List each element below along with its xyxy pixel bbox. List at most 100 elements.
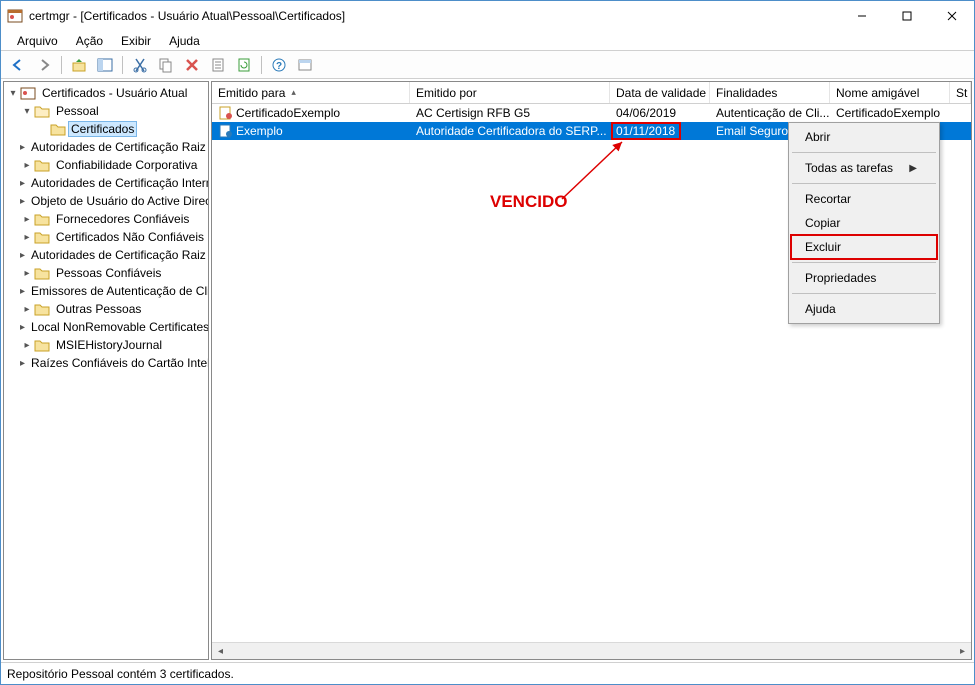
- forward-button[interactable]: [33, 54, 55, 76]
- tree-item[interactable]: ▸Autoridades de Certificação Intermediár…: [4, 174, 208, 192]
- scroll-right-icon[interactable]: ▸: [954, 643, 971, 659]
- tree-item[interactable]: ▸Local NonRemovable Certificates: [4, 318, 208, 336]
- menu-arquivo[interactable]: Arquivo: [9, 32, 66, 50]
- tree-item-label: Local NonRemovable Certificates: [27, 319, 208, 335]
- help-button[interactable]: ?: [268, 54, 290, 76]
- cell-emitido-para: Exemplo: [236, 124, 283, 138]
- list-body[interactable]: CertificadoExemplo AC Certisign RFB G5 0…: [212, 104, 971, 642]
- tree-item[interactable]: ▸Objeto de Usuário do Active Directory: [4, 192, 208, 210]
- content-area: ▾ Certificados - Usuário Atual ▾ Pessoal…: [1, 79, 974, 662]
- copy-button[interactable]: [155, 54, 177, 76]
- cell-nome: CertificadoExemplo: [830, 105, 950, 121]
- tree-item-label: Certificados - Usuário Atual: [38, 85, 191, 101]
- tree-item-label: Autoridades de Certificação Intermediári…: [27, 175, 208, 191]
- tree-item-label: Certificados Não Confiáveis: [52, 229, 208, 245]
- app-icon: [7, 8, 23, 24]
- scroll-track[interactable]: [229, 643, 954, 659]
- expander-icon[interactable]: ▸: [20, 232, 34, 243]
- expander-icon[interactable]: ▸: [20, 268, 34, 279]
- folder-icon: [34, 157, 50, 173]
- window-controls: [839, 1, 974, 31]
- tree[interactable]: ▾ Certificados - Usuário Atual ▾ Pessoal…: [4, 82, 208, 374]
- cell-emitido-para: CertificadoExemplo: [236, 106, 340, 120]
- tree-item[interactable]: ▸ Outras Pessoas: [4, 300, 208, 318]
- cm-recortar[interactable]: Recortar: [791, 187, 937, 211]
- col-nome[interactable]: Nome amigável: [830, 82, 950, 103]
- expander-icon[interactable]: ▸: [20, 214, 34, 225]
- cm-abrir[interactable]: Abrir: [791, 125, 937, 149]
- cm-excluir[interactable]: Excluir: [791, 235, 937, 259]
- tree-item[interactable]: ▸Raízes Confiáveis do Cartão Inteligente: [4, 354, 208, 372]
- tree-item-label: Raízes Confiáveis do Cartão Inteligente: [27, 355, 208, 371]
- delete-button[interactable]: [181, 54, 203, 76]
- close-button[interactable]: [929, 1, 974, 31]
- horizontal-scrollbar[interactable]: ◂ ▸: [212, 642, 971, 659]
- menu-ajuda[interactable]: Ajuda: [161, 32, 208, 50]
- col-validade[interactable]: Data de validade: [610, 82, 710, 103]
- expander-icon[interactable]: ▸: [20, 142, 25, 153]
- tree-root[interactable]: ▾ Certificados - Usuário Atual: [4, 84, 208, 102]
- expander-icon[interactable]: ▾: [6, 88, 20, 99]
- tree-item[interactable]: ▸ Fornecedores Confiáveis: [4, 210, 208, 228]
- col-emitido-por[interactable]: Emitido por: [410, 82, 610, 103]
- expander-icon[interactable]: ▾: [20, 106, 34, 117]
- annotation-arrow-icon: [552, 134, 652, 214]
- cut-button[interactable]: [129, 54, 151, 76]
- tree-item[interactable]: ▸Autoridades de Certificação Raiz Confiá…: [4, 138, 208, 156]
- col-finalidades[interactable]: Finalidades: [710, 82, 830, 103]
- table-row[interactable]: CertificadoExemplo AC Certisign RFB G5 0…: [212, 104, 971, 122]
- tree-item[interactable]: ▸Emissores de Autenticação de Cliente: [4, 282, 208, 300]
- tree-pessoal[interactable]: ▾ Pessoal: [4, 102, 208, 120]
- expander-icon[interactable]: ▸: [20, 160, 34, 171]
- tree-item[interactable]: ▸ Certificados Não Confiáveis: [4, 228, 208, 246]
- menu-exibir[interactable]: Exibir: [113, 32, 159, 50]
- tree-item[interactable]: ▸ Pessoas Confiáveis: [4, 264, 208, 282]
- tree-item-label: Autoridades de Certificação Raiz de Terc…: [27, 247, 208, 263]
- cm-ajuda[interactable]: Ajuda: [791, 297, 937, 321]
- tree-item[interactable]: ▸Autoridades de Certificação Raiz de Ter…: [4, 246, 208, 264]
- folder-icon: [34, 211, 50, 227]
- cell-emitido-por: AC Certisign RFB G5: [410, 105, 610, 121]
- statusbar: Repositório Pessoal contém 3 certificado…: [1, 662, 974, 684]
- tree-item-label: Outras Pessoas: [52, 301, 145, 317]
- maximize-button[interactable]: [884, 1, 929, 31]
- expander-icon[interactable]: ▸: [20, 340, 34, 351]
- separator: [261, 56, 262, 74]
- tree-item[interactable]: ▸Confiabilidade Corporativa: [4, 156, 208, 174]
- expander-icon[interactable]: ▸: [20, 286, 25, 297]
- tree-item-label: Fornecedores Confiáveis: [52, 211, 193, 227]
- expander-icon[interactable]: ▸: [20, 304, 34, 315]
- menu-acao[interactable]: Ação: [68, 32, 111, 50]
- tree-item-label: Objeto de Usuário do Active Directory: [27, 193, 208, 209]
- cm-propriedades[interactable]: Propriedades: [791, 266, 937, 290]
- show-hide-tree-button[interactable]: [94, 54, 116, 76]
- status-text: Repositório Pessoal contém 3 certificado…: [7, 667, 234, 681]
- expander-icon[interactable]: ▸: [20, 358, 25, 369]
- folder-icon: [34, 229, 50, 245]
- refresh-button[interactable]: [233, 54, 255, 76]
- properties-button[interactable]: [207, 54, 229, 76]
- separator: [61, 56, 62, 74]
- minimize-button[interactable]: [839, 1, 884, 31]
- cm-copiar[interactable]: Copiar: [791, 211, 937, 235]
- back-button[interactable]: [7, 54, 29, 76]
- expander-icon[interactable]: ▸: [20, 178, 25, 189]
- expander-icon[interactable]: ▸: [20, 322, 25, 333]
- sort-asc-icon: ▴: [291, 87, 296, 98]
- tree-item-label: Certificados: [68, 121, 137, 137]
- tree-item-label: Pessoas Confiáveis: [52, 265, 165, 281]
- tree-certificados[interactable]: ▸ Certificados: [4, 120, 208, 138]
- scroll-left-icon[interactable]: ◂: [212, 643, 229, 659]
- menubar: Arquivo Ação Exibir Ajuda: [1, 31, 974, 51]
- cm-todas-tarefas[interactable]: Todas as tarefas▶: [791, 156, 937, 180]
- col-status[interactable]: St: [950, 82, 971, 103]
- separator: [792, 152, 936, 153]
- export-button[interactable]: [294, 54, 316, 76]
- folder-icon: [50, 121, 66, 137]
- expander-icon[interactable]: ▸: [20, 250, 25, 261]
- tree-item-label: Autoridades de Certificação Raiz Confiáv…: [27, 139, 208, 155]
- tree-item[interactable]: ▸MSIEHistoryJournal: [4, 336, 208, 354]
- up-button[interactable]: [68, 54, 90, 76]
- expander-icon[interactable]: ▸: [20, 196, 25, 207]
- col-emitido-para[interactable]: Emitido para▴: [212, 82, 410, 103]
